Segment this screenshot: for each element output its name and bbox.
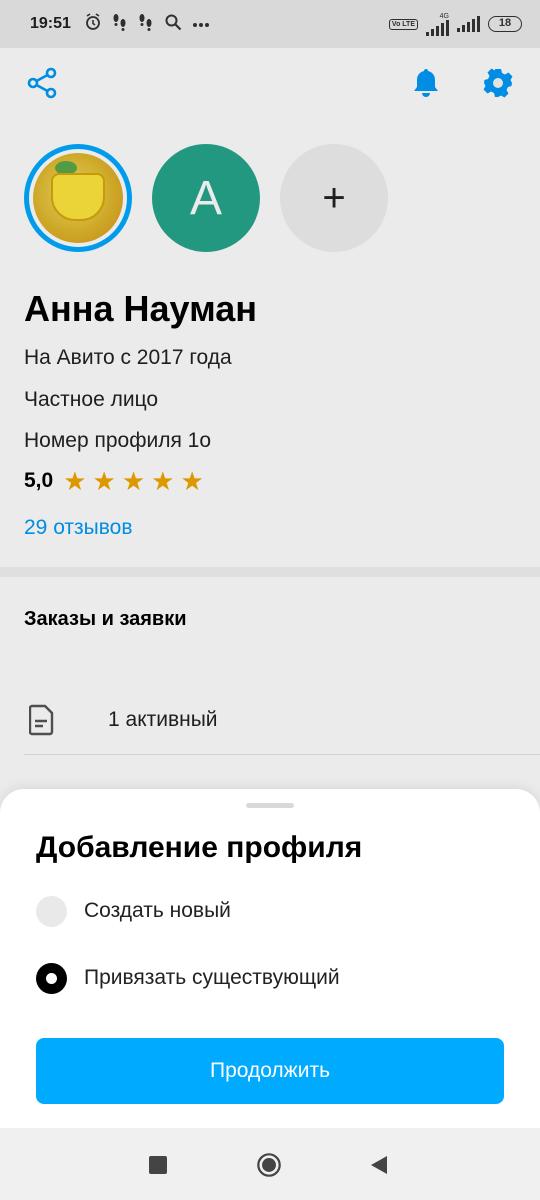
option-link-existing[interactable]: Привязать существующий — [36, 958, 340, 998]
home-button[interactable] — [256, 1152, 282, 1178]
option-create-new-label: Создать новый — [84, 899, 231, 922]
recent-apps-button[interactable] — [145, 1152, 171, 1178]
back-button[interactable] — [366, 1152, 392, 1178]
add-profile-sheet: Добавление профиля Создать новый Привяза… — [0, 789, 540, 1128]
radio-selected[interactable] — [36, 962, 67, 994]
system-navigation-bar — [0, 1128, 540, 1200]
option-create-new[interactable]: Создать новый — [36, 891, 231, 931]
continue-button[interactable]: Продолжить — [36, 1038, 504, 1104]
sheet-title: Добавление профиля — [36, 831, 363, 864]
radio-unselected[interactable] — [36, 895, 67, 927]
option-link-existing-label: Привязать существующий — [84, 966, 340, 989]
sheet-drag-handle[interactable] — [246, 803, 294, 808]
